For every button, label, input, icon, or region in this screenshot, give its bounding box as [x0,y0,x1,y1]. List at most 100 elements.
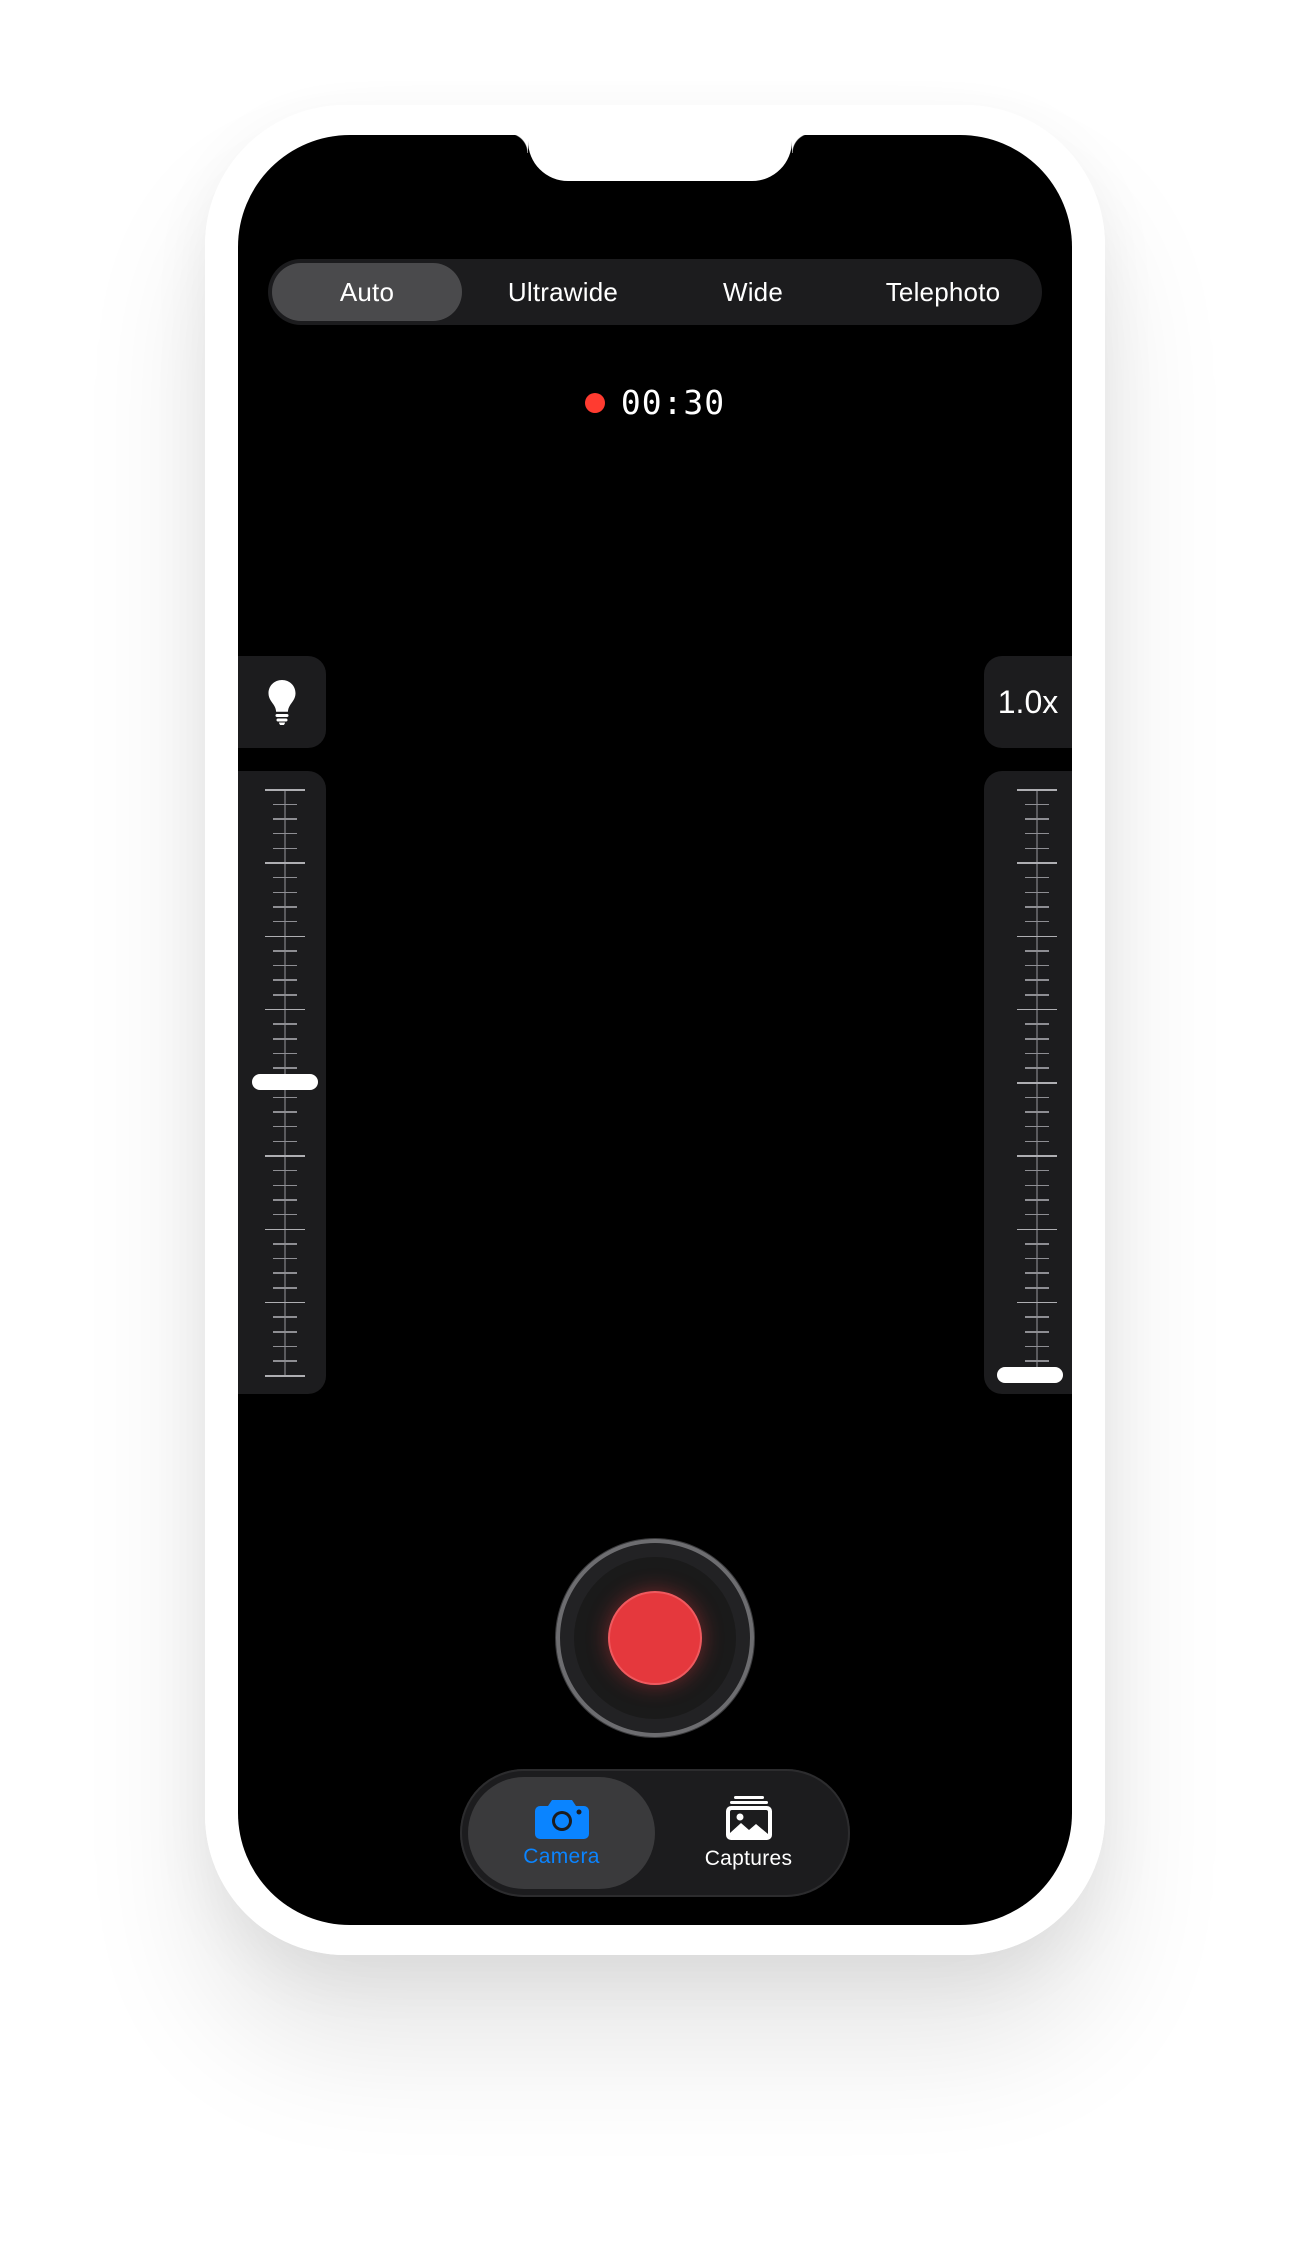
slider-tick [1025,1169,1049,1172]
slider-tick [273,979,297,981]
slider-tick [1025,1067,1049,1069]
lens-option-telephoto[interactable]: Telephoto [848,263,1038,321]
slider-tick [265,789,305,791]
slider-tick [1025,832,1049,835]
zoom-level-label: 1.0x [997,683,1059,720]
recording-indicator-dot [584,392,605,413]
zoom-slider[interactable] [984,771,1072,1394]
tab-captures[interactable]: Captures [655,1777,842,1889]
zoom-slider-knob[interactable] [997,1367,1063,1383]
slider-tick [273,906,297,908]
slider-tick [1025,1184,1049,1187]
slider-tick [1017,789,1057,791]
slider-tick [273,1140,297,1143]
slider-tick [273,803,297,806]
slider-tick [1017,1301,1057,1304]
slider-tick [265,1155,305,1157]
slider-tick [273,847,297,850]
slider-tick [1025,1052,1049,1055]
slider-tick [1017,1155,1057,1157]
tab-captures-label: Captures [704,1847,793,1870]
phone-frame: Auto Ultrawide Wide Telephoto 00:30 1.0x [205,105,1105,1955]
slider-tick [273,920,297,923]
slider-tick [1017,935,1057,937]
slider-tick [1025,1316,1049,1318]
slider-tick [1025,1125,1049,1128]
slider-tick [1025,1111,1049,1113]
slider-tick [1025,1213,1049,1216]
slider-tick [273,1272,297,1274]
slider-tick [265,862,305,864]
slider-tick [273,1038,297,1040]
torch-slider-knob[interactable] [252,1074,318,1090]
slider-tick [273,1067,297,1069]
slider-tick [265,1228,305,1230]
slider-tick [1017,1008,1057,1011]
slider-tick [273,876,297,879]
slider-tick [273,1287,297,1289]
slider-tick [273,1345,297,1348]
slider-tick [1025,847,1049,850]
slider-tick [1025,1199,1049,1201]
slider-tick [273,1331,297,1333]
slider-tick [273,1096,297,1099]
lens-option-wide[interactable]: Wide [658,263,848,321]
slider-tick [273,1243,297,1245]
slider-tick [1025,950,1049,952]
slider-tick [1025,1243,1049,1245]
slider-tick [1025,1272,1049,1274]
slider-tick [1017,862,1057,864]
slider-tick [273,950,297,952]
slider-tick [1017,1082,1057,1084]
slider-tick [265,1008,305,1011]
slider-tick [1025,1345,1049,1348]
zoom-button[interactable]: 1.0x [984,656,1072,748]
elapsed-time: 00:30 [620,383,726,422]
slider-tick [273,1316,297,1318]
slider-tick [1025,1023,1049,1025]
tab-camera-label: Camera [523,1845,600,1868]
slider-tick [273,832,297,835]
slider-tick [1025,979,1049,981]
slider-tick [1025,906,1049,908]
slider-tick [1025,1360,1049,1362]
slider-tick [273,1052,297,1055]
slider-tick [1025,803,1049,806]
slider-tick [1025,891,1049,894]
slider-tick [273,994,297,996]
camera-screen: Auto Ultrawide Wide Telephoto 00:30 1.0x [238,135,1072,1925]
slider-tick [273,891,297,894]
tab-camera[interactable]: Camera [468,1777,655,1889]
lens-option-auto[interactable]: Auto [272,263,462,321]
slider-tick [265,1301,305,1304]
slider-tick [273,1023,297,1025]
slider-tick [265,1375,305,1377]
slider-tick [1025,1096,1049,1099]
slider-tick [1025,818,1049,820]
torch-slider[interactable] [238,771,326,1394]
slider-tick [273,1199,297,1201]
slider-tick [1025,1038,1049,1040]
slider-tick [273,1169,297,1172]
record-button-center [608,1591,702,1685]
recording-timer: 00:30 [238,383,1072,422]
slider-tick [273,818,297,820]
tab-bar: Camera Captures [460,1769,850,1897]
slider-tick [273,1213,297,1216]
slider-tick [1025,1140,1049,1143]
slider-tick [265,935,305,937]
slider-tick [1025,1257,1049,1260]
slider-tick [1025,994,1049,996]
slider-tick [1025,920,1049,923]
slider-tick [1025,1287,1049,1289]
notch [508,135,812,181]
torch-button[interactable] [238,656,326,748]
slider-tick [273,1125,297,1128]
camera-icon [534,1800,589,1839]
record-button[interactable] [556,1539,754,1737]
photo-stack-icon [725,1796,772,1840]
slider-tick [273,1257,297,1260]
slider-tick [273,1111,297,1113]
lens-option-ultrawide[interactable]: Ultrawide [468,263,658,321]
slider-tick [273,964,297,967]
